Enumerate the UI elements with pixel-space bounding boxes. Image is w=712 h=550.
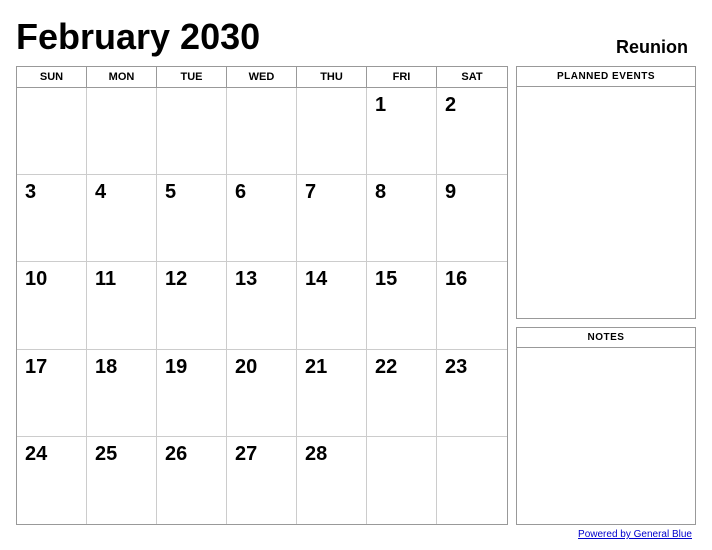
calendar-cell: 10 [17,262,87,349]
calendar-grid: 1234567891011121314151617181920212223242… [17,88,507,524]
day-header-thu: THU [297,67,367,87]
calendar-cell: 23 [437,350,507,437]
planned-events-content [517,87,695,318]
day-header-fri: FRI [367,67,437,87]
location-label: Reunion [616,37,688,58]
calendar-cell: 28 [297,437,367,524]
calendar-cell: 18 [87,350,157,437]
notes-box: NOTES [516,327,696,525]
calendar-cell: 13 [227,262,297,349]
calendar-cell [227,88,297,175]
calendar-cell [17,88,87,175]
calendar-cell: 14 [297,262,367,349]
calendar-cell [157,88,227,175]
calendar-cell: 20 [227,350,297,437]
calendar-cell: 27 [227,437,297,524]
calendar-cell: 15 [367,262,437,349]
day-header-mon: MON [87,67,157,87]
calendar-cell: 19 [157,350,227,437]
notes-label: NOTES [517,328,695,348]
day-header-sat: SAT [437,67,507,87]
day-header-tue: TUE [157,67,227,87]
powered-by-link[interactable]: Powered by General Blue [578,529,692,540]
planned-events-label: PLANNED EVENTS [517,67,695,87]
calendar-section: SUN MON TUE WED THU FRI SAT 123456789101… [16,66,508,525]
page: February 2030 Reunion SUN MON TUE WED TH… [0,0,712,550]
month-title: February 2030 [16,16,260,58]
calendar-cell: 1 [367,88,437,175]
calendar-cell: 17 [17,350,87,437]
day-header-sun: SUN [17,67,87,87]
calendar-cell [297,88,367,175]
calendar-cell: 22 [367,350,437,437]
calendar-cell: 12 [157,262,227,349]
planned-events-box: PLANNED EVENTS [516,66,696,319]
calendar-cell: 11 [87,262,157,349]
calendar-cell: 25 [87,437,157,524]
calendar-cell: 4 [87,175,157,262]
calendar-cell: 21 [297,350,367,437]
sidebar: PLANNED EVENTS NOTES [516,66,696,525]
notes-content [517,348,695,524]
calendar-cell: 26 [157,437,227,524]
calendar-cell: 7 [297,175,367,262]
calendar-cell: 6 [227,175,297,262]
day-header-wed: WED [227,67,297,87]
calendar-cell: 9 [437,175,507,262]
calendar-cell [367,437,437,524]
header: February 2030 Reunion [16,16,696,58]
calendar-cell: 3 [17,175,87,262]
calendar-cell [437,437,507,524]
main-content: SUN MON TUE WED THU FRI SAT 123456789101… [16,66,696,525]
day-headers: SUN MON TUE WED THU FRI SAT [17,67,507,88]
calendar-cell [87,88,157,175]
footer: Powered by General Blue [16,529,696,540]
calendar-cell: 24 [17,437,87,524]
calendar-cell: 5 [157,175,227,262]
calendar-cell: 16 [437,262,507,349]
calendar-cell: 8 [367,175,437,262]
calendar-cell: 2 [437,88,507,175]
